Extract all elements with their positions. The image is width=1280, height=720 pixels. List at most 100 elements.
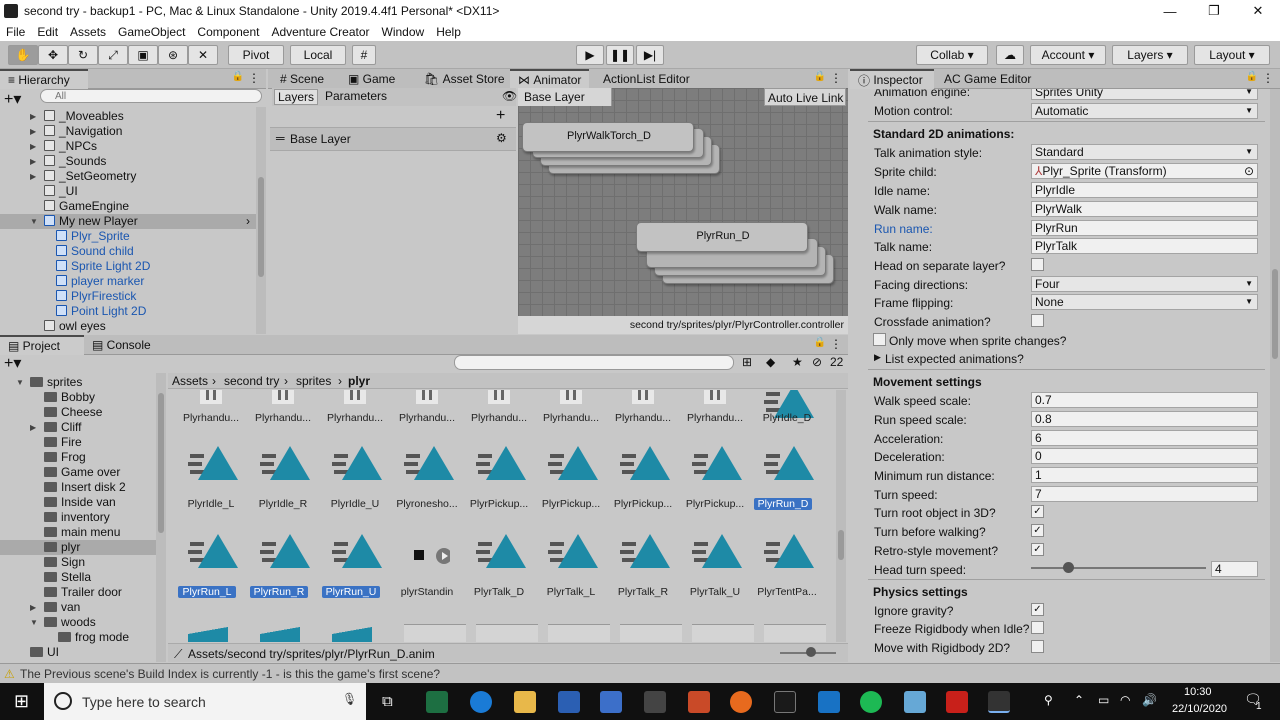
- sprite-thumbnail-icon[interactable]: [476, 624, 538, 642]
- icon-size-slider-thumb[interactable]: [806, 647, 816, 657]
- tab-project[interactable]: ▤ Project: [0, 335, 84, 355]
- tab-actionlist-editor[interactable]: ActionList Editor: [595, 69, 698, 89]
- tab-inspector[interactable]: ⓘ Inspector: [850, 69, 934, 89]
- parameters-subtab[interactable]: Parameters: [322, 89, 390, 103]
- breadcrumb-sprites[interactable]: sprites: [296, 374, 331, 388]
- lock-icon[interactable]: 🔒: [814, 71, 826, 82]
- edge-icon[interactable]: [470, 691, 492, 713]
- tab-animator[interactable]: ⋈ Animator: [510, 69, 590, 89]
- folder-item[interactable]: Sign: [0, 555, 156, 570]
- talk-name-input[interactable]: PlyrTalk: [1031, 238, 1258, 254]
- state-node-plyrrun[interactable]: PlyrRun_D: [636, 222, 808, 252]
- hierarchy-item[interactable]: ▶ _Navigation: [0, 124, 256, 139]
- frame-flipping-dropdown[interactable]: None ▼: [1031, 294, 1258, 310]
- expand-down-icon[interactable]: ▼: [30, 615, 40, 630]
- sprite-thumbnail-icon[interactable]: [620, 624, 682, 642]
- folder-item[interactable]: Fire: [0, 435, 156, 450]
- account-dropdown[interactable]: Account ▾: [1030, 45, 1106, 65]
- app-icon[interactable]: [774, 691, 796, 713]
- run-name-input[interactable]: PlyrRun: [1031, 220, 1258, 236]
- hierarchy-item[interactable]: ▶ _Moveables: [0, 109, 256, 124]
- collab-button[interactable]: Collab ▾: [916, 45, 988, 65]
- favorite-star-icon[interactable]: ★: [792, 355, 803, 369]
- word-icon[interactable]: [558, 691, 580, 713]
- crossfade-checkbox[interactable]: [1031, 314, 1044, 327]
- battery-icon[interactable]: ▭: [1098, 693, 1109, 707]
- animation-clip-icon[interactable]: [260, 624, 300, 642]
- menu-assets[interactable]: Assets: [64, 25, 112, 39]
- expand-right-icon[interactable]: ▶: [30, 600, 40, 615]
- scale-tool-icon[interactable]: ⤢: [98, 45, 128, 65]
- project-search-input[interactable]: [454, 355, 734, 370]
- close-button[interactable]: ✕: [1236, 3, 1280, 19]
- tab-ac-game-editor[interactable]: AC Game Editor: [936, 69, 1039, 89]
- store-icon[interactable]: [600, 691, 622, 713]
- minimize-button[interactable]: —: [1148, 4, 1192, 19]
- hierarchy-item[interactable]: PlyrFirestick: [0, 289, 256, 304]
- move-tool-icon[interactable]: ✥: [38, 45, 68, 65]
- task-view-icon[interactable]: ⧉: [382, 693, 393, 710]
- add-layer-icon[interactable]: +: [496, 107, 505, 125]
- filter-type-icon[interactable]: ⊞: [742, 355, 752, 369]
- sprite-thumbnail-icon[interactable]: [692, 624, 754, 642]
- pivot-toggle[interactable]: Pivot: [228, 45, 284, 65]
- ignore-gravity-checkbox[interactable]: ✓: [1031, 603, 1044, 616]
- sprite-child-field[interactable]: ⅄Plyr_Sprite (Transform) ⊙: [1031, 163, 1258, 179]
- tray-chevron-icon[interactable]: ⌃: [1074, 693, 1084, 707]
- hand-tool-icon[interactable]: ✋: [8, 45, 38, 65]
- folder-item[interactable]: UI: [0, 645, 156, 660]
- rect-tool-icon[interactable]: ▣: [128, 45, 158, 65]
- motion-control-dropdown[interactable]: Automatic ▼: [1031, 103, 1258, 119]
- rotate-tool-icon[interactable]: ↻: [68, 45, 98, 65]
- panel-menu-icon[interactable]: ⋮: [248, 71, 260, 85]
- calculator-icon[interactable]: [644, 691, 666, 713]
- folder-item[interactable]: inventory: [0, 510, 156, 525]
- head-turn-slider[interactable]: [1031, 567, 1206, 569]
- hierarchy-search-input[interactable]: [40, 89, 262, 103]
- talk-style-dropdown[interactable]: Standard ▼: [1031, 144, 1258, 160]
- gear-icon[interactable]: ⚙: [496, 131, 507, 145]
- wifi-icon[interactable]: ◠: [1120, 693, 1130, 707]
- animation-clip-icon[interactable]: [188, 624, 228, 642]
- windows-start-icon[interactable]: ⊞: [14, 691, 29, 712]
- drag-handle-icon[interactable]: ═: [276, 131, 285, 145]
- folder-item[interactable]: Trailer door: [0, 585, 156, 600]
- walk-speed-input[interactable]: 0.7: [1031, 392, 1258, 408]
- file-explorer-icon[interactable]: [514, 691, 536, 713]
- hierarchy-item[interactable]: ▶ _Sounds: [0, 154, 256, 169]
- menu-window[interactable]: Window: [376, 25, 431, 39]
- microphone-icon[interactable]: 🎙: [342, 692, 357, 706]
- folder-item[interactable]: ▶ van: [0, 600, 156, 615]
- deceleration-input[interactable]: 0: [1031, 448, 1258, 464]
- head-turn-slider-thumb[interactable]: [1063, 562, 1074, 573]
- animation-engine-dropdown[interactable]: Sprites Unity ▼: [1031, 89, 1258, 100]
- drive-icon[interactable]: [904, 691, 926, 713]
- taskbar-search-box[interactable]: Type here to search 🎙: [44, 683, 366, 720]
- hierarchy-item[interactable]: GameEngine: [0, 199, 256, 214]
- expand-right-icon[interactable]: ▶: [30, 109, 40, 124]
- graph-breadcrumb[interactable]: Base Layer: [518, 88, 612, 106]
- list-expected-foldout[interactable]: List expected animations?: [885, 352, 1024, 366]
- folder-item[interactable]: Stella: [0, 570, 156, 585]
- tab-hierarchy[interactable]: ≡ Hierarchy: [0, 69, 88, 89]
- cloud-icon[interactable]: ☁: [996, 45, 1024, 65]
- object-picker-icon[interactable]: ⊙: [1244, 164, 1254, 178]
- panel-menu-icon[interactable]: ⋮: [830, 337, 842, 351]
- maximize-button[interactable]: ❐: [1192, 3, 1236, 19]
- animation-clip-icon[interactable]: [332, 624, 372, 642]
- hierarchy-item[interactable]: Sound child: [0, 244, 256, 259]
- filter-label-icon[interactable]: ◆: [766, 355, 775, 369]
- sprite-thumbnail-icon[interactable]: [404, 624, 466, 642]
- folder-item[interactable]: ▼ woods: [0, 615, 156, 630]
- run-speed-input[interactable]: 0.8: [1031, 411, 1258, 427]
- hidden-count-icon[interactable]: ⊘: [812, 355, 822, 369]
- hierarchy-item[interactable]: Point Light 2D: [0, 304, 256, 319]
- sprite-thumbnail-icon[interactable]: [764, 624, 826, 642]
- folder-item[interactable]: main menu: [0, 525, 156, 540]
- expand-right-icon[interactable]: ▶: [30, 169, 40, 184]
- freeze-rigidbody-checkbox[interactable]: [1031, 621, 1044, 634]
- menu-file[interactable]: File: [0, 25, 31, 39]
- tab-console[interactable]: ▤ Console: [84, 335, 159, 355]
- hierarchy-item[interactable]: player marker: [0, 274, 256, 289]
- acrobat-icon[interactable]: [946, 691, 968, 713]
